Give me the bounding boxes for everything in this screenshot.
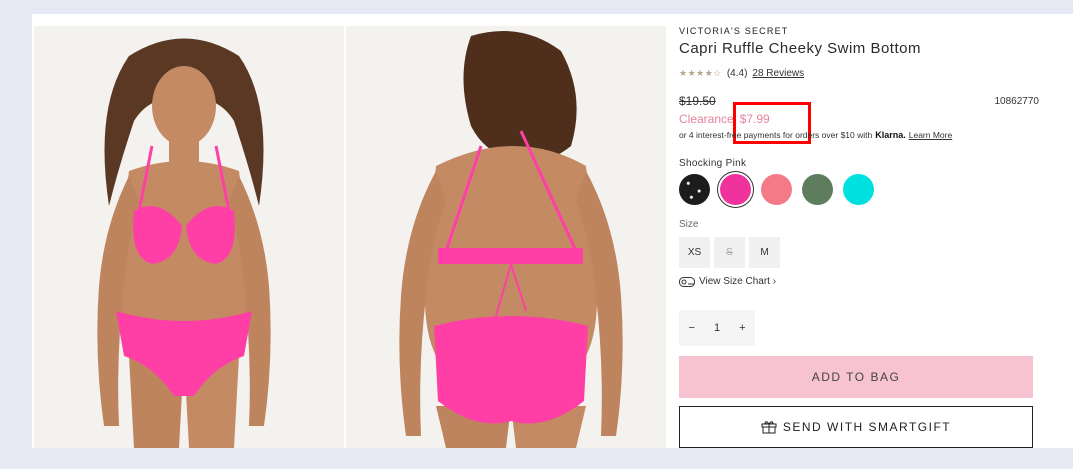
klarna-text: or 4 interest-free payments for orders o…: [679, 130, 873, 140]
product-sku: 10862770: [994, 96, 1040, 107]
size-option-xs[interactable]: XS: [679, 237, 710, 268]
size-chart-label: View Size Chart ›: [699, 276, 777, 287]
klarna-logo: Klarna.: [875, 130, 906, 140]
size-label: Size: [679, 219, 699, 230]
size-options: XS S M: [679, 237, 780, 268]
quantity-decrease-button[interactable]: −: [689, 322, 695, 334]
size-option-m[interactable]: M: [749, 237, 780, 268]
clearance-label: Clearance: [679, 112, 734, 126]
tape-measure-icon: [679, 276, 695, 287]
quantity-stepper: − 1 +: [679, 310, 755, 346]
color-swatch-shocking-pink[interactable]: [720, 174, 751, 205]
klarna-payment-info: or 4 interest-free payments for orders o…: [679, 130, 952, 140]
brand-name: VICTORIA'S SECRET: [679, 26, 789, 36]
quantity-value[interactable]: 1: [714, 322, 720, 334]
size-chart-link[interactable]: View Size Chart ›: [679, 276, 776, 287]
original-price: $19.50: [679, 94, 716, 108]
product-photo-front[interactable]: [34, 26, 344, 448]
smartgift-label: SEND WITH SMARTGIFT: [782, 420, 952, 434]
color-swatch-cyan[interactable]: [843, 174, 874, 205]
sale-price-row: Clearance $7.99: [679, 102, 811, 144]
model-back-illustration: [346, 26, 666, 448]
gift-icon: [761, 421, 777, 434]
product-photo-back[interactable]: [346, 26, 666, 448]
add-to-bag-button[interactable]: ADD TO BAG: [679, 356, 1033, 398]
selected-color-name: Shocking Pink: [679, 158, 747, 169]
klarna-learn-more-link[interactable]: Learn More: [909, 130, 952, 140]
rating-stars-icon: ★★★★☆: [679, 68, 722, 78]
rating-row: ★★★★☆ (4.4) 28 Reviews: [679, 68, 804, 79]
rating-value: (4.4): [726, 68, 748, 79]
quantity-increase-button[interactable]: +: [739, 322, 745, 334]
color-swatch-coral-pink[interactable]: [761, 174, 792, 205]
model-front-illustration: [34, 26, 344, 448]
product-title: Capri Ruffle Cheeky Swim Bottom: [679, 40, 921, 57]
reviews-link[interactable]: 28 Reviews: [752, 68, 804, 79]
color-swatch-black-print[interactable]: [679, 174, 710, 205]
send-with-smartgift-button[interactable]: SEND WITH SMARTGIFT: [679, 406, 1033, 448]
color-swatch-green[interactable]: [802, 174, 833, 205]
size-option-s[interactable]: S: [714, 237, 745, 268]
color-swatches: [679, 174, 874, 205]
product-page: VICTORIA'S SECRET Capri Ruffle Cheeky Sw…: [32, 14, 1073, 448]
